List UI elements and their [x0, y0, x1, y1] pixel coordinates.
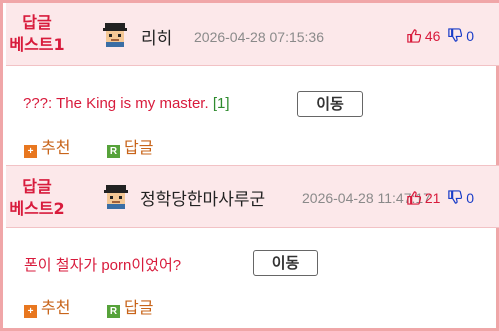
downvote-count: 0 [466, 190, 475, 206]
best-label: 답글 베스트2 [6, 176, 68, 220]
best-replies-panel: 답글 베스트1 리히 2026-04-28 07:15:36 46 0 ???:… [0, 0, 499, 331]
best-reply-card-1: 답글 베스트1 리히 2026-04-28 07:15:36 46 0 ???:… [6, 3, 499, 165]
reply-r-icon: R [107, 305, 120, 318]
reply-label: 답글 [124, 138, 154, 157]
plus-icon: + [24, 305, 37, 318]
header-divider [6, 227, 499, 228]
comment-body: ???: The King is my master. [23, 95, 209, 112]
reply-button[interactable]: R 답글 [107, 294, 153, 318]
thumbs-down-icon [448, 190, 463, 204]
downvote[interactable]: 0 [447, 28, 474, 44]
comment-text: 폰이 철자가 porn이었어? [24, 254, 181, 275]
comment-text: ???: The King is my master. [1] [23, 95, 230, 112]
header-divider [6, 65, 499, 66]
downvote[interactable]: 0 [447, 190, 474, 206]
reply-count[interactable]: [1] [213, 95, 230, 112]
author-name[interactable]: 정학당한마사루군 [140, 185, 265, 210]
best-label-line2: 베스트1 [9, 35, 65, 54]
best-label-line1: 답글 [22, 13, 52, 32]
best-label-line2: 베스트2 [9, 199, 65, 218]
upvote-count: 21 [424, 190, 441, 206]
post-date: 2026-04-28 07:15:36 [194, 29, 324, 45]
recommend-button[interactable]: + 추천 [24, 134, 70, 158]
thumbs-up-icon [407, 191, 421, 205]
reply-button[interactable]: R 답글 [107, 134, 153, 158]
upvote[interactable]: 46 [406, 28, 444, 44]
move-button[interactable]: 이동 [297, 91, 363, 117]
thumbs-down-icon [448, 28, 463, 42]
author-name[interactable]: 리히 [141, 24, 172, 49]
thumbs-up-icon [407, 29, 421, 43]
recommend-button[interactable]: + 추천 [24, 294, 70, 318]
reply-r-icon: R [107, 145, 120, 158]
avatar [104, 185, 128, 209]
best-label-line1: 답글 [22, 177, 52, 196]
best-label: 답글 베스트1 [6, 12, 68, 56]
vote-counts: 46 0 [406, 28, 474, 44]
upvote[interactable]: 21 [406, 190, 444, 206]
upvote-count: 46 [424, 28, 441, 44]
vote-counts: 21 0 [406, 190, 474, 206]
move-button[interactable]: 이동 [253, 250, 318, 276]
reply-label: 답글 [124, 298, 154, 317]
best-reply-card-2: 답글 베스트2 정학당한마사루군 2026-04-28 11:47:17 21 [6, 166, 499, 328]
recommend-label: 추천 [41, 138, 71, 157]
plus-icon: + [24, 145, 37, 158]
downvote-count: 0 [466, 28, 475, 44]
comment-body: 폰이 철자가 porn이었어? [24, 257, 182, 274]
recommend-label: 추천 [41, 298, 71, 317]
avatar [103, 23, 127, 47]
